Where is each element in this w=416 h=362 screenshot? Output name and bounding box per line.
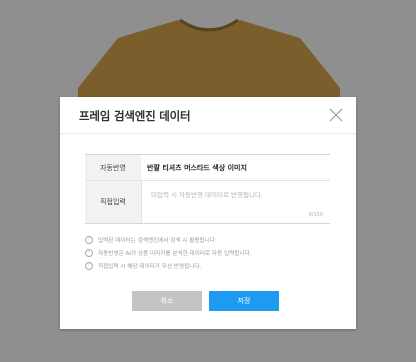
note-text: 입력된 데이터는 검색엔진에서 검색 시 활용됩니다. <box>98 237 217 244</box>
info-icon: ! <box>85 248 93 257</box>
note-text: 자동반영은 AI가 상품 이미지를 분석한 데이터로 자동 입력됩니다. <box>98 250 252 257</box>
cancel-button[interactable]: 취소 <box>132 291 202 311</box>
note-item: ! 입력된 데이터는 검색엔진에서 검색 시 활용됩니다. <box>85 233 335 246</box>
direct-input-textarea[interactable]: 미입력 시 자동반영 데이터로 반영됩니다. 0/150 <box>141 181 330 223</box>
data-form-table: 자동반영 반팔 티셔츠 머스타드 색상 이미지 직접입력 미입력 시 자동반영 … <box>85 154 330 224</box>
auto-reflect-value: 반팔 티셔츠 머스타드 색상 이미지 <box>147 163 247 172</box>
modal-buttons: 취소 저장 <box>132 291 280 311</box>
note-text: 직접입력 시 해당 데이터가 우선 반영됩니다. <box>98 263 202 270</box>
note-item: ! 직접입력 시 해당 데이터가 우선 반영됩니다. <box>85 259 335 272</box>
modal-header: 프레임 검색엔진 데이터 <box>60 97 356 134</box>
note-item: ! 자동반영은 AI가 상품 이미지를 분석한 데이터로 자동 입력됩니다. <box>85 246 335 259</box>
direct-input-label: 직접입력 <box>85 181 141 223</box>
auto-reflect-row: 자동반영 반팔 티셔츠 머스타드 색상 이미지 <box>85 155 330 180</box>
save-button[interactable]: 저장 <box>209 291 279 311</box>
char-count: 0/150 <box>308 212 323 218</box>
modal-title: 프레임 검색엔진 데이터 <box>79 109 191 123</box>
info-icon: ! <box>85 235 93 244</box>
auto-reflect-label: 자동반영 <box>85 155 141 180</box>
direct-input-row: 직접입력 미입력 시 자동반영 데이터로 반영됩니다. 0/150 <box>85 180 330 223</box>
textarea-placeholder: 미입력 시 자동반영 데이터로 반영됩니다. <box>151 191 263 199</box>
notes-list: ! 입력된 데이터는 검색엔진에서 검색 시 활용됩니다. ! 자동반영은 AI… <box>85 233 335 272</box>
close-icon[interactable] <box>329 107 343 122</box>
search-engine-data-modal: 프레임 검색엔진 데이터 자동반영 반팔 티셔츠 머스타드 색상 이미지 직접입… <box>60 97 356 329</box>
info-icon: ! <box>85 261 93 270</box>
